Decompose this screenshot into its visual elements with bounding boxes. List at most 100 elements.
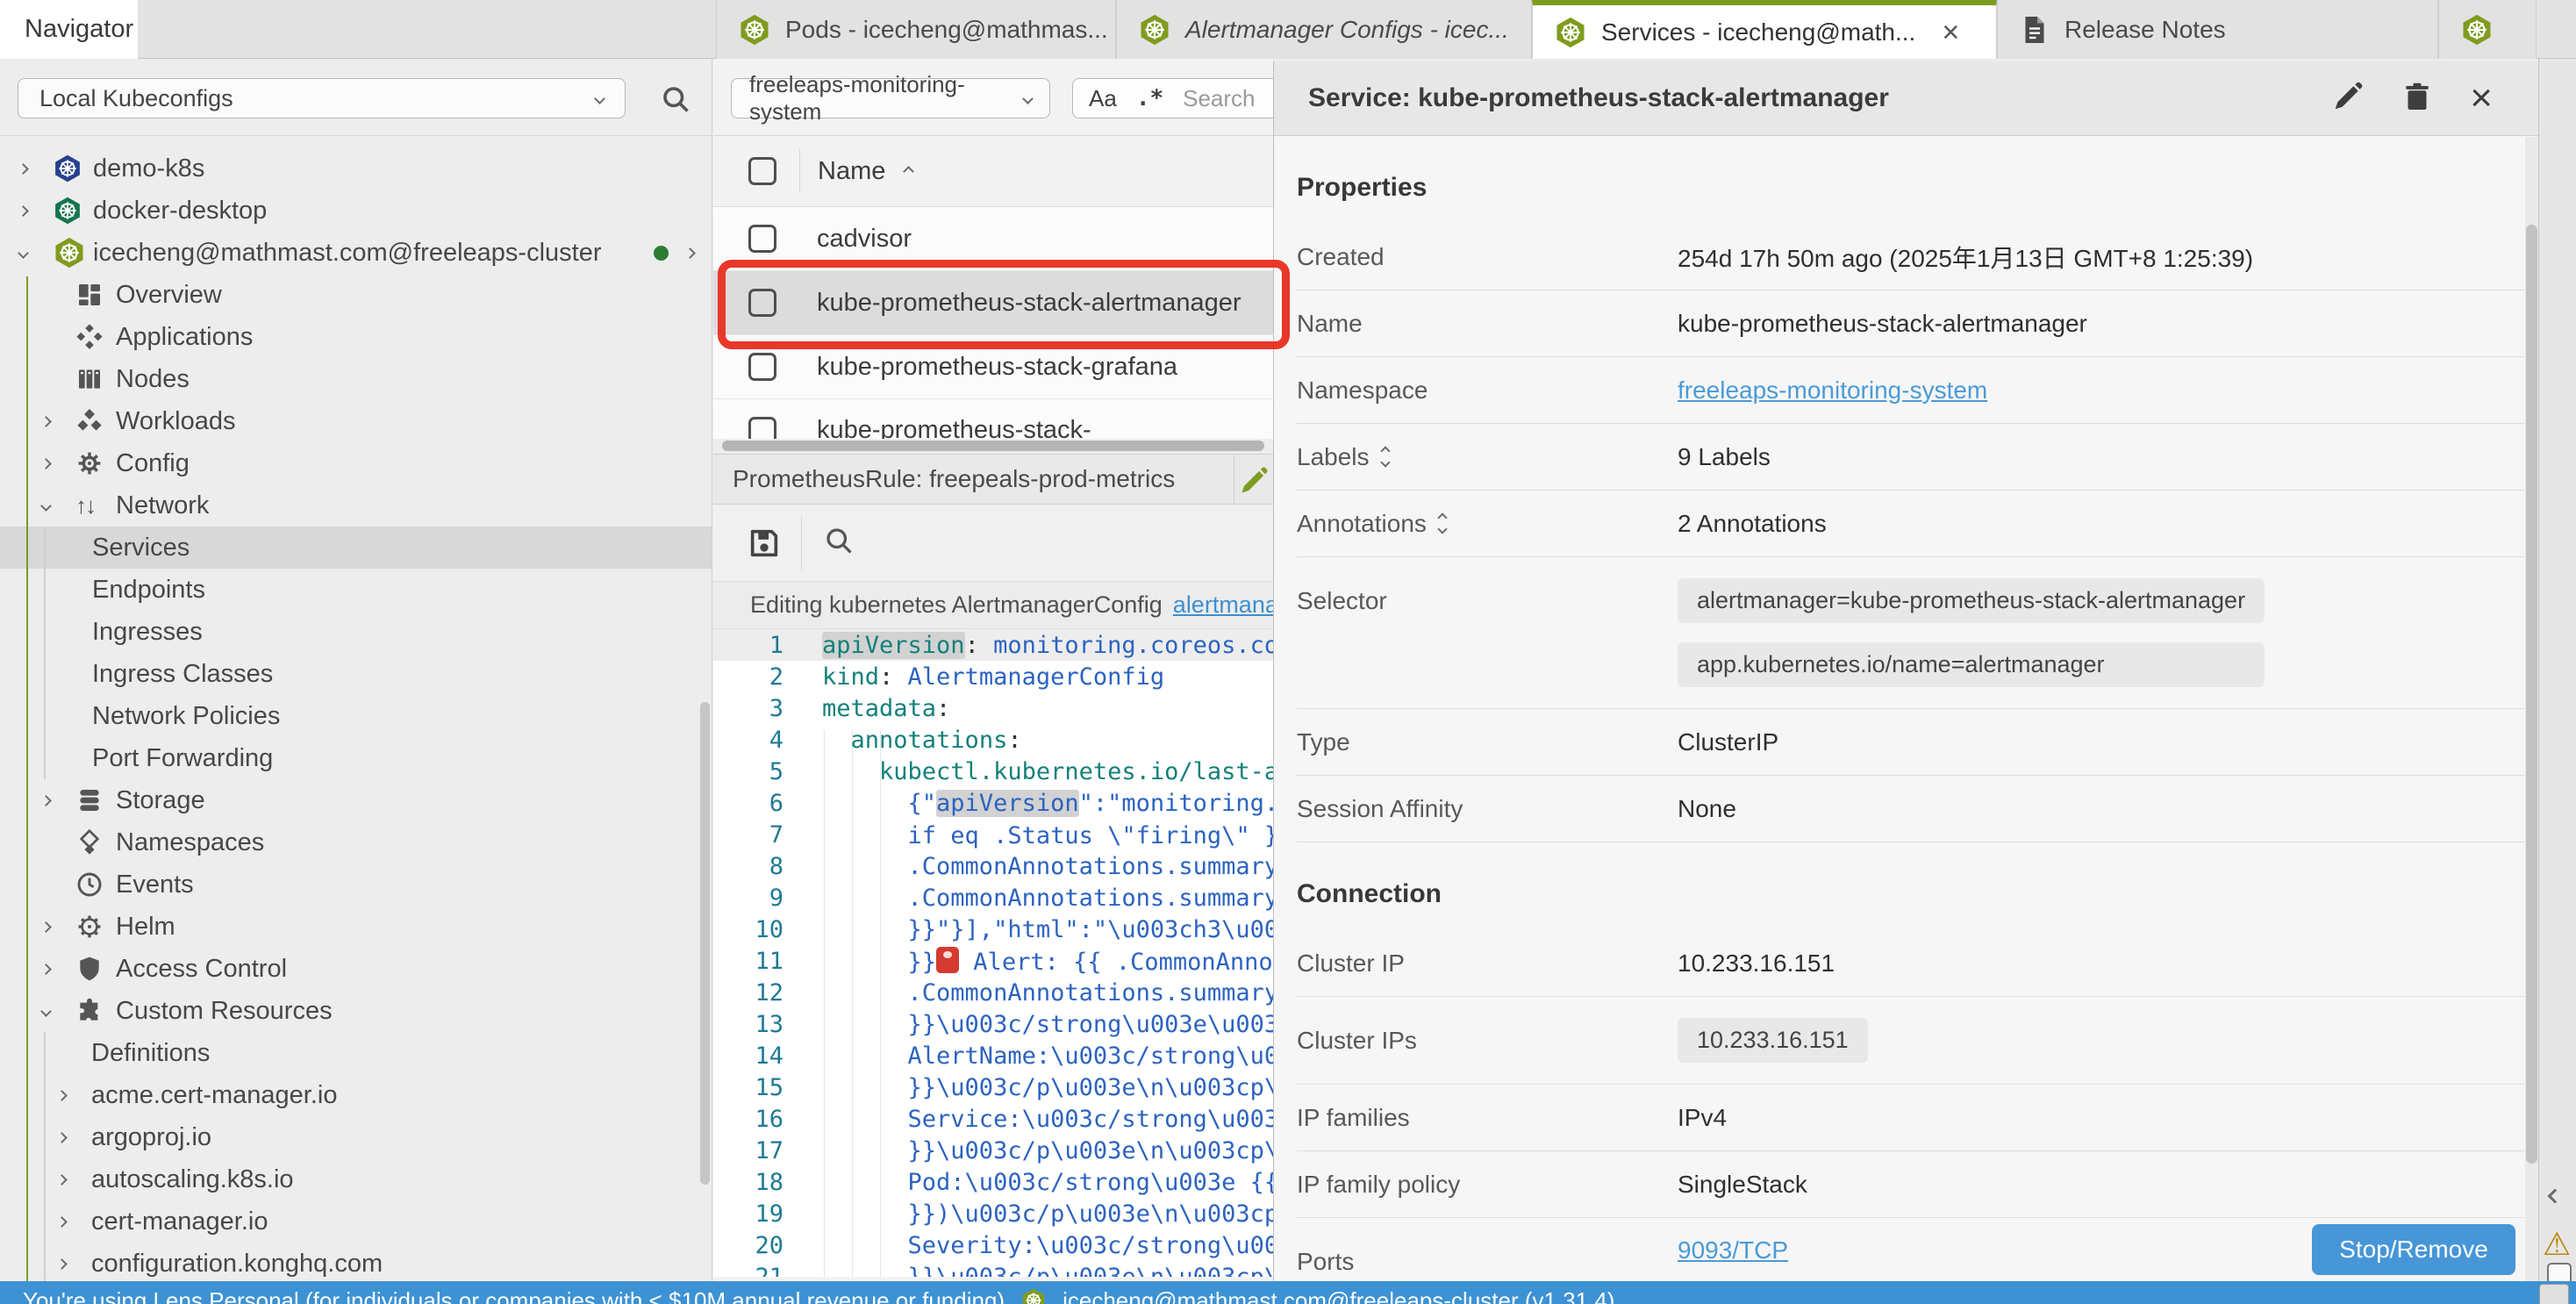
row-checkbox[interactable] xyxy=(748,289,776,317)
yaml-editor[interactable]: 1apiVersion: monitoring.coreos.com/v1alp… xyxy=(713,629,1273,1277)
sidebar-item-services[interactable]: Services xyxy=(0,527,712,569)
horizontal-scrollbar[interactable] xyxy=(713,439,1273,454)
sidebar-item-definitions[interactable]: Definitions xyxy=(0,1032,712,1074)
sidebar-item-ingresses[interactable]: Ingresses xyxy=(0,611,712,653)
close-icon[interactable]: × xyxy=(1942,18,1959,47)
sidebar-item-label: Overview xyxy=(116,281,222,310)
chevron-right-icon[interactable] xyxy=(18,163,29,175)
sidebar-item-overview[interactable]: Overview xyxy=(0,274,712,316)
sidebar-item-custom-resources[interactable]: Custom Resources xyxy=(0,990,712,1032)
sidebar-item-cert-manager-io[interactable]: cert-manager.io xyxy=(0,1200,712,1243)
chevron-down-icon[interactable] xyxy=(18,247,29,259)
sidebar-item-nodes[interactable]: Nodes xyxy=(0,358,712,400)
chevron-right-icon[interactable] xyxy=(40,964,52,975)
regex-icon[interactable]: .* xyxy=(1136,85,1163,111)
warning-icon[interactable]: ⚠ xyxy=(2543,1226,2571,1263)
sidebar-item-helm[interactable]: Helm xyxy=(0,906,712,948)
chevron-right-icon[interactable] xyxy=(18,205,29,217)
chevron-right-icon[interactable] xyxy=(56,1132,68,1143)
chevron-right-icon[interactable] xyxy=(56,1090,68,1101)
navigator-panel-tab[interactable]: Navigator xyxy=(0,0,138,59)
service-name: kube-prometheus-stack- xyxy=(817,416,1091,439)
sidebar-item-autoscaling-k8s-io[interactable]: autoscaling.k8s.io xyxy=(0,1158,712,1200)
sort-updown-icon[interactable] xyxy=(1382,448,1389,466)
chevron-right-icon[interactable] xyxy=(56,1174,68,1186)
row-checkbox[interactable] xyxy=(748,417,776,440)
workloads-icon xyxy=(75,407,116,435)
sidebar-item-events[interactable]: Events xyxy=(0,863,712,906)
app-tab-2[interactable]: Alertmanager Configs - icec... xyxy=(1116,0,1532,59)
table-row-kube-prometheus-stack-grafana[interactable]: kube-prometheus-stack-grafana xyxy=(713,335,1273,399)
select-all-checkbox[interactable] xyxy=(748,157,776,185)
sidebar-item-ingress-classes[interactable]: Ingress Classes xyxy=(0,653,712,695)
line-number: 15 xyxy=(713,1074,810,1101)
sidebar-item-label: configuration.konghq.com xyxy=(91,1250,383,1279)
overview-icon xyxy=(75,281,116,309)
editor-line-14: 14 AlertName:\u003c/strong\u003e {{ .Com… xyxy=(713,1040,1273,1071)
line-number: 5 xyxy=(713,758,810,785)
edit-icon[interactable] xyxy=(1238,465,1270,503)
drawer-scrollbar-track[interactable] xyxy=(2525,137,2538,1281)
name-column-header[interactable]: Name xyxy=(818,157,912,186)
table-row-cadvisor[interactable]: cadvisor xyxy=(713,207,1273,271)
app-tab-3[interactable]: Services - icecheng@math...× xyxy=(1532,0,1997,59)
app-tab-5[interactable] xyxy=(2438,0,2537,59)
sidebar-item-docker-desktop[interactable]: docker-desktop xyxy=(0,190,712,232)
stop-remove-button[interactable]: Stop/Remove xyxy=(2312,1224,2515,1275)
sidebar-item-port-forwarding[interactable]: Port Forwarding xyxy=(0,737,712,779)
table-row-partial[interactable]: kube-prometheus-stack- xyxy=(713,399,1273,439)
kubeconfig-select[interactable]: Local Kubeconfigs xyxy=(18,78,626,118)
sidebar-item-acme-cert-manager-io[interactable]: acme.cert-manager.io xyxy=(0,1074,712,1116)
chevron-down-icon[interactable] xyxy=(40,500,52,512)
property-row-ip-family-policy: IP family policySingleStack xyxy=(1297,1151,2538,1218)
row-checkbox[interactable] xyxy=(748,353,776,381)
sidebar-item-namespaces[interactable]: Namespaces xyxy=(0,821,712,863)
search-icon[interactable] xyxy=(660,83,691,119)
port-link[interactable]: 9093/TCP xyxy=(1678,1236,1788,1265)
namespace-select[interactable]: freeleaps-monitoring-system xyxy=(731,78,1050,118)
sidebar-item-demo-k8s[interactable]: demo-k8s xyxy=(0,147,712,190)
sidebar-scrollbar[interactable] xyxy=(700,702,710,1185)
horizontal-scrollbar-thumb[interactable] xyxy=(722,441,1264,451)
match-case-icon[interactable]: Aa xyxy=(1089,85,1117,112)
sidebar-item-configuration-konghq-com[interactable]: configuration.konghq.com xyxy=(0,1243,712,1281)
chevron-right-icon[interactable] xyxy=(40,416,52,427)
sidebar-item-config[interactable]: Config xyxy=(0,442,712,484)
row-checkbox[interactable] xyxy=(748,225,776,253)
chevron-right-icon[interactable] xyxy=(40,458,52,469)
save-icon[interactable] xyxy=(747,526,782,561)
collapse-left-icon[interactable] xyxy=(2548,1189,2563,1204)
document-icon xyxy=(2019,14,2050,46)
sidebar-item-workloads[interactable]: Workloads xyxy=(0,400,712,442)
sidebar-item-label: icecheng@mathmast.com@freeleaps-cluster xyxy=(93,239,602,268)
edit-icon[interactable] xyxy=(2331,80,2365,118)
sidebar-item-access-control[interactable]: Access Control xyxy=(0,948,712,990)
delete-icon[interactable] xyxy=(2401,80,2433,118)
editor-search-icon[interactable] xyxy=(823,525,855,561)
sidebar-item-endpoints[interactable]: Endpoints xyxy=(0,569,712,611)
chevron-right-icon[interactable] xyxy=(56,1258,68,1270)
chevron-right-icon[interactable] xyxy=(684,247,696,259)
sidebar-item-applications[interactable]: Applications xyxy=(0,316,712,358)
app-tab-1[interactable]: Pods - icecheng@mathmas... xyxy=(716,0,1116,59)
sidebar-item-network-policies[interactable]: Network Policies xyxy=(0,695,712,737)
property-value: 254d 17h 50m ago (2025年1月13日 GMT+8 1:25:… xyxy=(1678,240,2253,275)
property-row-ports: Ports9093/TCPStop/Remove8080:reloader-we… xyxy=(1297,1218,2538,1281)
sidebar-item-label: Port Forwarding xyxy=(92,744,273,773)
chevron-right-icon[interactable] xyxy=(40,921,52,933)
alertmanager-config-link[interactable]: alertmanager xyxy=(1173,591,1273,619)
chevron-right-icon[interactable] xyxy=(56,1216,68,1228)
sidebar-item-network[interactable]: ↑↓Network xyxy=(0,484,712,527)
search-input[interactable]: Aa .* Search xyxy=(1072,78,1273,118)
sort-updown-icon[interactable] xyxy=(1439,514,1446,533)
sidebar-item-storage[interactable]: Storage xyxy=(0,779,712,821)
chevron-right-icon[interactable] xyxy=(40,795,52,806)
table-row-kube-prometheus-stack-alertmanager[interactable]: kube-prometheus-stack-alertmanager xyxy=(713,271,1273,335)
sidebar-item-icecheng-mathmast-com-freeleaps-cluster[interactable]: icecheng@mathmast.com@freeleaps-cluster xyxy=(0,232,712,274)
close-icon[interactable]: × xyxy=(2470,79,2493,118)
chevron-down-icon[interactable] xyxy=(40,1006,52,1017)
app-tab-4[interactable]: Release Notes xyxy=(1997,0,2438,59)
drawer-scrollbar-thumb[interactable] xyxy=(2526,225,2537,1164)
sidebar-item-argoproj-io[interactable]: argoproj.io xyxy=(0,1116,712,1158)
namespace-link[interactable]: freeleaps-monitoring-system xyxy=(1678,376,1987,405)
